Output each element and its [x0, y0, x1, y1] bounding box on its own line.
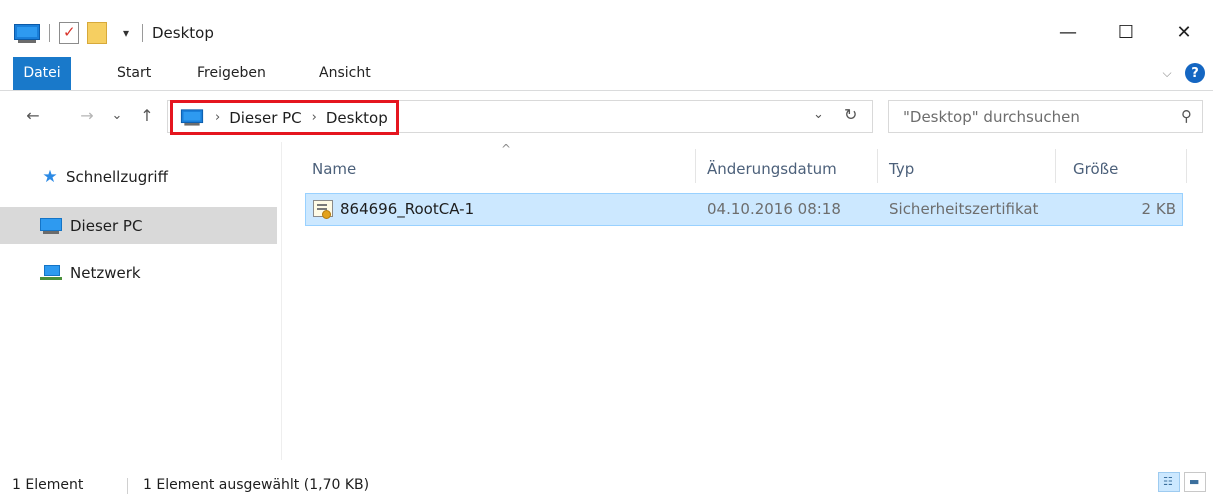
status-item-count: 1 Element [12, 477, 84, 493]
breadcrumb: › Dieser PC › Desktop [170, 100, 399, 135]
column-divider[interactable] [877, 149, 878, 183]
up-icon[interactable]: ↑ [136, 104, 158, 126]
file-type: Sicherheitszertifikat [889, 200, 1039, 218]
tab-ansicht[interactable]: Ansicht [319, 57, 371, 90]
minimize-button[interactable]: — [1039, 13, 1097, 51]
expand-ribbon-icon[interactable]: ⌵ [1159, 65, 1175, 81]
tab-datei[interactable]: Datei [13, 57, 71, 90]
column-divider[interactable] [1186, 149, 1187, 183]
navigation-pane: ★ Schnellzugriff Dieser PC Netzwerk [0, 142, 282, 460]
file-modified: 04.10.2016 08:18 [707, 200, 841, 218]
search-input[interactable]: "Desktop" durchsuchen [903, 108, 1080, 126]
recent-locations-icon[interactable]: ⌄ [106, 104, 128, 126]
close-button[interactable]: ✕ [1155, 13, 1213, 51]
star-icon: ★ [42, 166, 58, 187]
new-folder-icon[interactable] [87, 22, 107, 44]
status-separator [127, 478, 128, 494]
address-row: ← → ⌄ ↑ › Dieser PC › Desktop ⌄ ↻ "Deskt… [0, 92, 1213, 142]
details-view-button[interactable]: ☷ [1158, 472, 1180, 492]
qat-separator [142, 24, 143, 42]
file-list: ^ Name Änderungsdatum Typ Größe 864696_R… [283, 142, 1213, 460]
breadcrumb-desktop[interactable]: Desktop [326, 109, 388, 127]
details-view-icon: ☷ [1163, 475, 1173, 488]
column-header-size[interactable]: Größe [1073, 149, 1118, 189]
breadcrumb-dieser-pc[interactable]: Dieser PC [229, 109, 301, 127]
address-dropdown-icon[interactable]: ⌄ [813, 107, 824, 122]
search-box[interactable]: "Desktop" durchsuchen ⚲ [888, 100, 1203, 133]
status-selection: 1 Element ausgewählt (1,70 KB) [143, 477, 370, 493]
nav-item-netzwerk[interactable]: Netzwerk [0, 254, 277, 291]
column-divider[interactable] [695, 149, 696, 183]
properties-icon[interactable] [59, 22, 79, 44]
quick-access-toolbar: ▾ Desktop [14, 20, 214, 46]
window-controls: — ☐ ✕ [1039, 13, 1213, 51]
ribbon-tabs: Datei Start Freigeben Ansicht ⌵ ? [0, 57, 1213, 91]
column-header-type[interactable]: Typ [889, 149, 914, 189]
sort-ascending-icon: ^ [501, 142, 512, 156]
nav-item-label: Dieser PC [70, 216, 143, 235]
column-header-name[interactable]: Name [312, 149, 356, 189]
column-header-modified[interactable]: Änderungsdatum [707, 149, 837, 189]
back-icon[interactable]: ← [22, 104, 44, 126]
large-icons-view-button[interactable]: ▬ [1184, 472, 1206, 492]
breadcrumb-separator[interactable]: › [215, 110, 220, 125]
ribbon-right-controls: ⌵ ? [1159, 63, 1205, 83]
window-pc-icon [14, 23, 40, 43]
forward-icon[interactable]: → [76, 104, 98, 126]
qat-separator [49, 24, 50, 42]
qat-dropdown-icon[interactable]: ▾ [119, 26, 133, 40]
window-title: Desktop [152, 24, 214, 42]
address-pc-icon[interactable] [180, 109, 204, 126]
tab-start[interactable]: Start [117, 57, 151, 90]
network-icon [40, 264, 62, 281]
title-bar: ▾ Desktop — ☐ ✕ [0, 0, 1213, 57]
nav-item-schnellzugriff[interactable]: ★ Schnellzugriff [0, 158, 277, 195]
file-name[interactable]: 864696_RootCA-1 [340, 194, 474, 225]
nav-item-label: Schnellzugriff [66, 167, 168, 186]
search-icon[interactable]: ⚲ [1181, 107, 1192, 125]
tab-freigeben[interactable]: Freigeben [197, 57, 266, 90]
refresh-icon[interactable]: ↻ [844, 105, 857, 124]
maximize-button[interactable]: ☐ [1097, 13, 1155, 51]
file-size: 2 KB [1141, 200, 1176, 218]
file-row[interactable]: 864696_RootCA-1 04.10.2016 08:18 Sicherh… [305, 193, 1183, 226]
pc-icon [40, 217, 62, 234]
help-icon[interactable]: ? [1185, 63, 1205, 83]
breadcrumb-separator[interactable]: › [312, 110, 317, 125]
address-bar[interactable]: › Dieser PC › Desktop ⌄ ↻ [167, 100, 873, 135]
large-icons-view-icon: ▬ [1189, 475, 1200, 488]
nav-item-dieser-pc[interactable]: Dieser PC [0, 207, 277, 244]
column-divider[interactable] [1055, 149, 1056, 183]
nav-item-label: Netzwerk [70, 263, 141, 282]
certificate-icon [313, 200, 333, 219]
status-bar: 1 Element 1 Element ausgewählt (1,70 KB)… [0, 460, 1213, 498]
